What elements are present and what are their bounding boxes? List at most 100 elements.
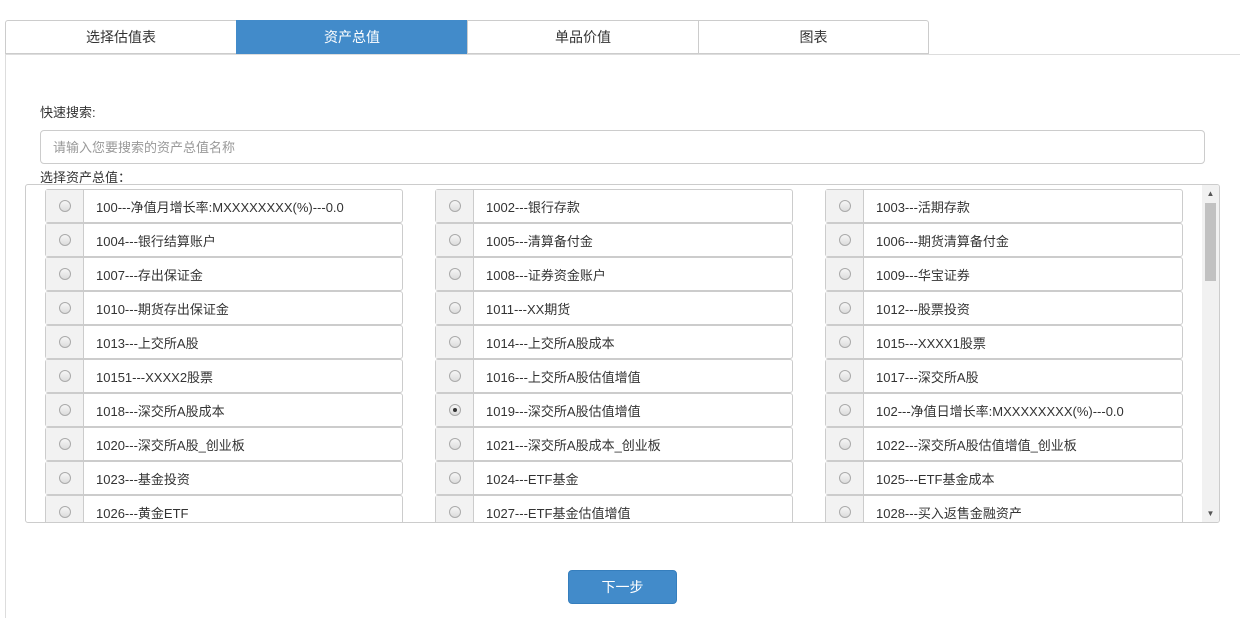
radio-unchecked-icon[interactable]: [58, 234, 71, 246]
radio-box[interactable]: [436, 326, 474, 358]
scroll-down-arrow-icon[interactable]: ▼: [1202, 505, 1219, 522]
radio-box[interactable]: [826, 292, 864, 324]
radio-box[interactable]: [46, 360, 84, 392]
radio-box[interactable]: [436, 258, 474, 290]
radio-unchecked-icon[interactable]: [448, 370, 461, 382]
radio-box[interactable]: [46, 190, 84, 222]
radio-unchecked-icon[interactable]: [448, 302, 461, 314]
asset-option[interactable]: 1005---清算备付金: [435, 223, 793, 257]
asset-option[interactable]: 1013---上交所A股: [45, 325, 403, 359]
asset-option[interactable]: 1019---深交所A股估值增值: [435, 393, 793, 427]
asset-option[interactable]: 1020---深交所A股_创业板: [45, 427, 403, 461]
asset-option[interactable]: 1025---ETF基金成本: [825, 461, 1183, 495]
scroll-thumb[interactable]: [1205, 203, 1216, 281]
radio-unchecked-icon[interactable]: [448, 506, 461, 518]
tab-item-value[interactable]: 单品价值: [467, 20, 698, 54]
radio-unchecked-icon[interactable]: [838, 268, 851, 280]
radio-box[interactable]: [436, 462, 474, 494]
radio-unchecked-icon[interactable]: [838, 200, 851, 212]
vertical-scrollbar[interactable]: ▲ ▼: [1202, 185, 1219, 522]
radio-box[interactable]: [46, 496, 84, 522]
radio-unchecked-icon[interactable]: [58, 404, 71, 416]
asset-option[interactable]: 1012---股票投资: [825, 291, 1183, 325]
radio-unchecked-icon[interactable]: [838, 336, 851, 348]
asset-option[interactable]: 1024---ETF基金: [435, 461, 793, 495]
radio-box[interactable]: [826, 496, 864, 522]
radio-unchecked-icon[interactable]: [448, 438, 461, 450]
radio-box[interactable]: [46, 326, 84, 358]
radio-unchecked-icon[interactable]: [58, 438, 71, 450]
radio-unchecked-icon[interactable]: [58, 200, 71, 212]
asset-option[interactable]: 1021---深交所A股成本_创业板: [435, 427, 793, 461]
asset-option[interactable]: 1026---黄金ETF: [45, 495, 403, 522]
radio-unchecked-icon[interactable]: [838, 472, 851, 484]
asset-option[interactable]: 1027---ETF基金估值增值: [435, 495, 793, 522]
asset-option[interactable]: 1014---上交所A股成本: [435, 325, 793, 359]
radio-unchecked-icon[interactable]: [838, 506, 851, 518]
radio-unchecked-icon[interactable]: [838, 404, 851, 416]
asset-option[interactable]: 1011---XX期货: [435, 291, 793, 325]
radio-unchecked-icon[interactable]: [448, 336, 461, 348]
radio-box[interactable]: [826, 462, 864, 494]
radio-box[interactable]: [46, 224, 84, 256]
asset-option[interactable]: 10151---XXXX2股票: [45, 359, 403, 393]
asset-option[interactable]: 1015---XXXX1股票: [825, 325, 1183, 359]
asset-option[interactable]: 1022---深交所A股估值增值_创业板: [825, 427, 1183, 461]
radio-box[interactable]: [46, 394, 84, 426]
next-step-button[interactable]: 下一步: [568, 570, 677, 604]
radio-unchecked-icon[interactable]: [58, 302, 71, 314]
radio-box[interactable]: [826, 190, 864, 222]
asset-option[interactable]: 1006---期货清算备付金: [825, 223, 1183, 257]
radio-unchecked-icon[interactable]: [58, 370, 71, 382]
asset-option[interactable]: 1002---银行存款: [435, 189, 793, 223]
radio-box[interactable]: [436, 428, 474, 460]
asset-option[interactable]: 1017---深交所A股: [825, 359, 1183, 393]
radio-box[interactable]: [826, 326, 864, 358]
asset-option[interactable]: 1023---基金投资: [45, 461, 403, 495]
radio-box[interactable]: [46, 258, 84, 290]
radio-unchecked-icon[interactable]: [838, 302, 851, 314]
radio-box[interactable]: [436, 394, 474, 426]
asset-option[interactable]: 1010---期货存出保证金: [45, 291, 403, 325]
radio-box[interactable]: [46, 428, 84, 460]
asset-option[interactable]: 1008---证券资金账户: [435, 257, 793, 291]
asset-option[interactable]: 1004---银行结算账户: [45, 223, 403, 257]
tab-chart[interactable]: 图表: [698, 20, 929, 54]
tab-select-valuation-table[interactable]: 选择估值表: [5, 20, 236, 54]
radio-unchecked-icon[interactable]: [58, 506, 71, 518]
radio-unchecked-icon[interactable]: [448, 200, 461, 212]
radio-box[interactable]: [436, 360, 474, 392]
radio-box[interactable]: [436, 292, 474, 324]
asset-option[interactable]: 1009---华宝证券: [825, 257, 1183, 291]
radio-box[interactable]: [826, 224, 864, 256]
radio-box[interactable]: [826, 258, 864, 290]
asset-option[interactable]: 1018---深交所A股成本: [45, 393, 403, 427]
radio-unchecked-icon[interactable]: [838, 438, 851, 450]
radio-box[interactable]: [46, 462, 84, 494]
radio-box[interactable]: [436, 190, 474, 222]
asset-option-list[interactable]: 100---净值月增长率:MXXXXXXXX(%)---0.0 1002---银行…: [25, 184, 1220, 523]
radio-box[interactable]: [826, 360, 864, 392]
asset-option[interactable]: 1016---上交所A股估值增值: [435, 359, 793, 393]
radio-box[interactable]: [436, 224, 474, 256]
radio-unchecked-icon[interactable]: [448, 472, 461, 484]
tab-total-assets[interactable]: 资产总值: [236, 20, 467, 54]
asset-option[interactable]: 1028---买入返售金融资产: [825, 495, 1183, 522]
radio-unchecked-icon[interactable]: [58, 336, 71, 348]
radio-unchecked-icon[interactable]: [58, 472, 71, 484]
search-input[interactable]: [40, 130, 1205, 164]
asset-option[interactable]: 1007---存出保证金: [45, 257, 403, 291]
radio-unchecked-icon[interactable]: [448, 268, 461, 280]
radio-box[interactable]: [436, 496, 474, 522]
asset-option[interactable]: 100---净值月增长率:MXXXXXXXX(%)---0.0: [45, 189, 403, 223]
radio-checked-icon[interactable]: [448, 404, 461, 416]
asset-option[interactable]: 102---净值日增长率:MXXXXXXXX(%)---0.0: [825, 393, 1183, 427]
radio-unchecked-icon[interactable]: [448, 234, 461, 246]
radio-box[interactable]: [826, 428, 864, 460]
asset-option[interactable]: 1003---活期存款: [825, 189, 1183, 223]
radio-unchecked-icon[interactable]: [838, 370, 851, 382]
scroll-up-arrow-icon[interactable]: ▲: [1202, 185, 1219, 202]
radio-unchecked-icon[interactable]: [838, 234, 851, 246]
radio-box[interactable]: [46, 292, 84, 324]
radio-box[interactable]: [826, 394, 864, 426]
